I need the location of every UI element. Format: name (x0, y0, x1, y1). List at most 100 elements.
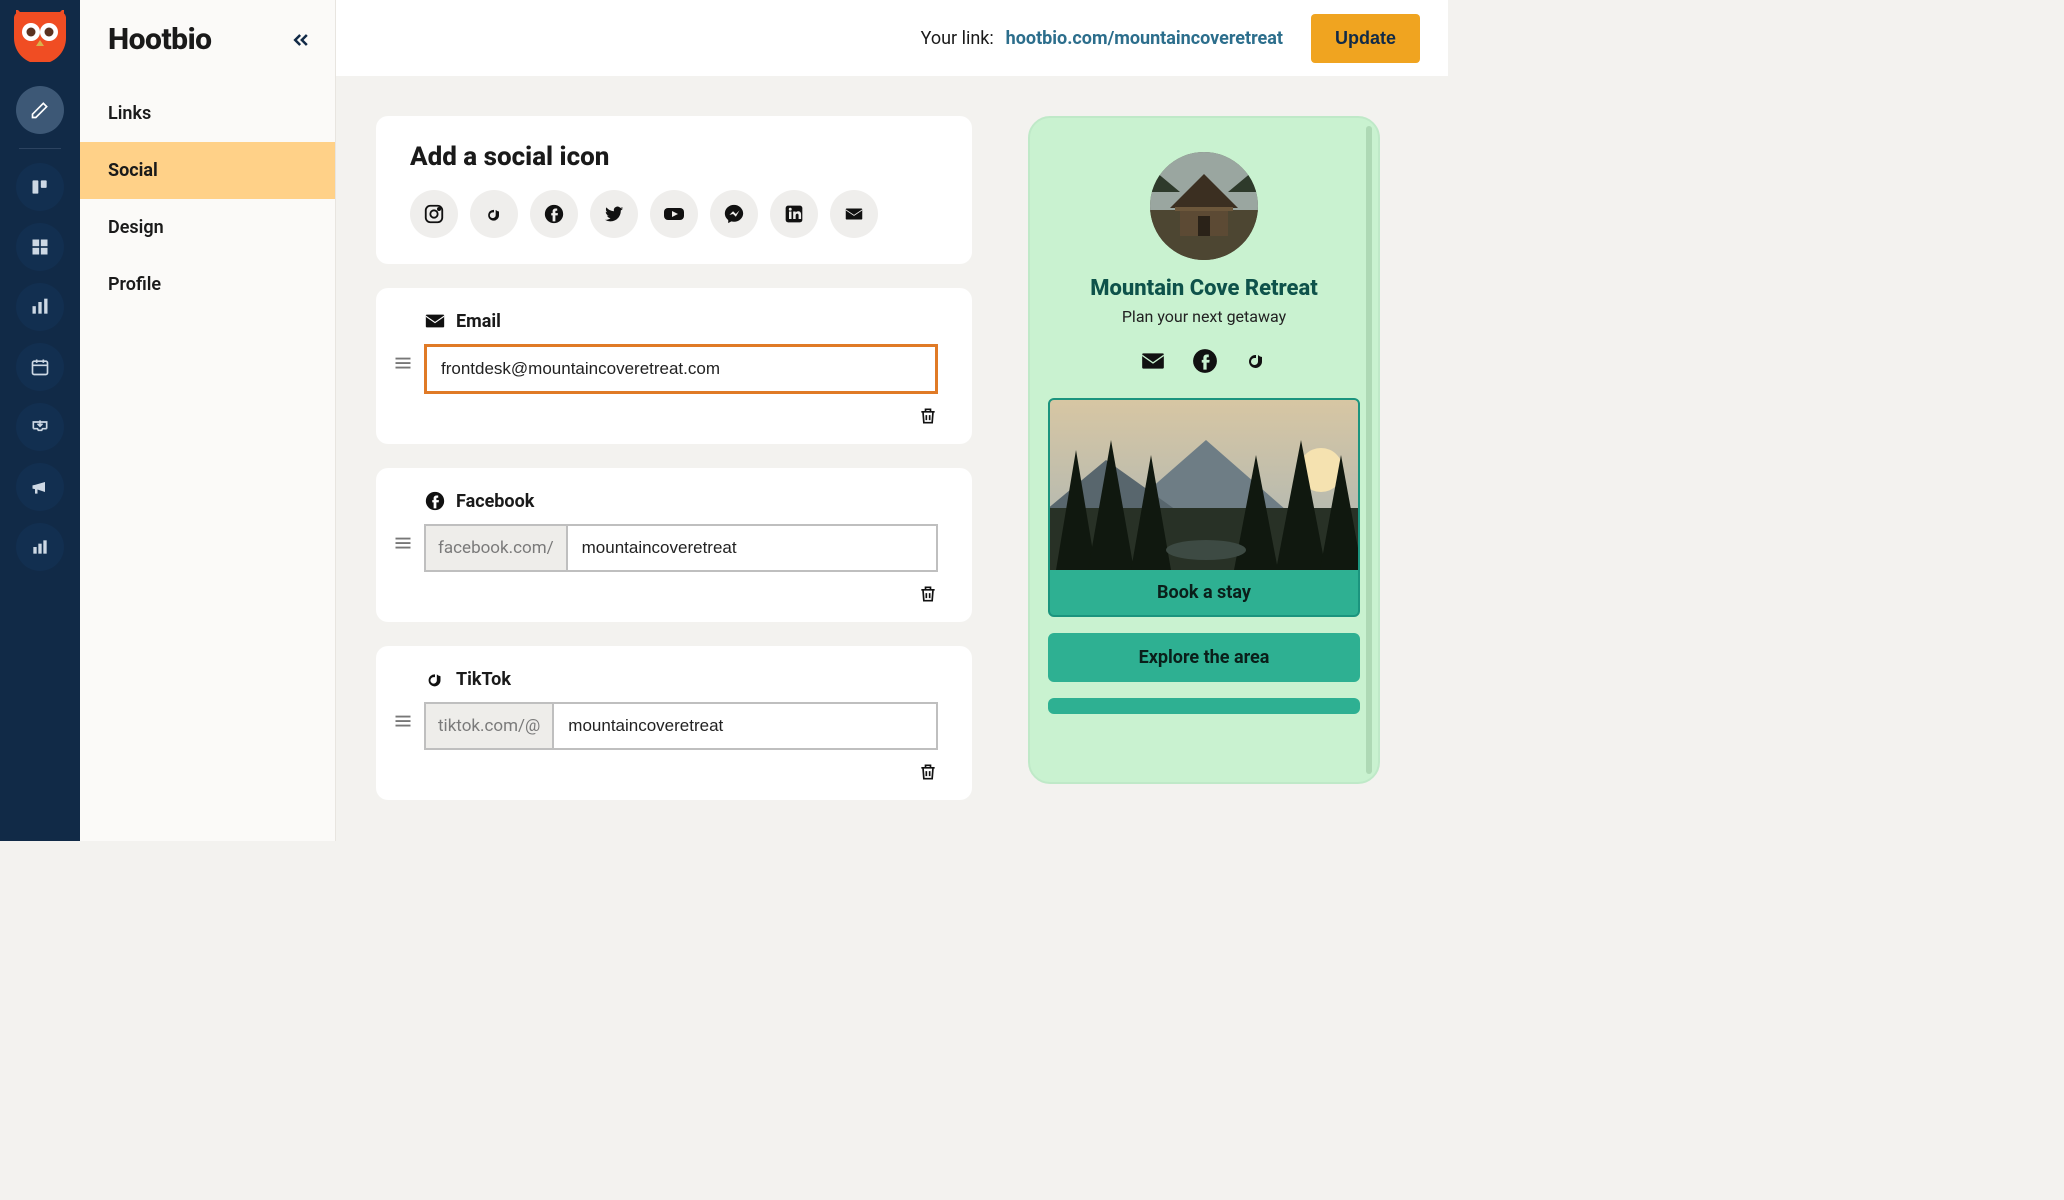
your-link-label: Your link: hootbio.com/mountaincoveretre… (921, 28, 1283, 49)
messenger-icon (723, 203, 745, 225)
email-input[interactable] (424, 344, 938, 394)
megaphone-icon (30, 477, 50, 497)
collapse-button[interactable] (291, 30, 311, 50)
rail-item-dashboard[interactable] (16, 223, 64, 271)
profile-image (1150, 152, 1258, 260)
email-icon (843, 203, 865, 225)
main-area: Your link: hootbio.com/mountaincoveretre… (336, 0, 1448, 841)
rail-item-amplify[interactable] (16, 463, 64, 511)
preview-column: Mountain Cove Retreat Plan your next get… (1028, 116, 1380, 800)
drag-handle[interactable] (394, 714, 412, 728)
entry-facebook: Facebook facebook.com/ (376, 468, 972, 622)
preview-link-card-2[interactable]: Explore the area (1048, 633, 1360, 682)
sidebar-header: Hootbio (80, 0, 335, 85)
mountain-image (1050, 400, 1358, 570)
entry-label: Email (456, 311, 501, 332)
preview-name: Mountain Cove Retreat (1090, 276, 1317, 301)
rail-divider (19, 148, 61, 149)
nav-item-social[interactable]: Social (80, 142, 335, 199)
tiktok-input[interactable] (552, 702, 938, 750)
instagram-icon (423, 203, 445, 225)
chevrons-left-icon (291, 30, 311, 50)
email-icon[interactable] (1140, 348, 1166, 374)
nav-item-profile[interactable]: Profile (80, 256, 335, 313)
preview-card-label-1: Book a stay (1050, 570, 1358, 615)
drag-icon (394, 536, 412, 550)
twitter-icon (603, 203, 625, 225)
pick-tiktok[interactable] (470, 190, 518, 238)
preview-scrollbar[interactable] (1366, 126, 1372, 774)
app-title: Hootbio (108, 22, 212, 57)
inbox-icon (30, 417, 50, 437)
facebook-input[interactable] (566, 524, 938, 572)
drag-handle[interactable] (394, 536, 412, 550)
your-link-url[interactable]: hootbio.com/mountaincoveretreat (1006, 28, 1283, 49)
nav-list: Links Social Design Profile (80, 85, 335, 313)
social-icon-picker (410, 190, 938, 238)
pick-youtube[interactable] (650, 190, 698, 238)
entry-header-tiktok: TikTok (424, 668, 938, 690)
add-social-card: Add a social icon (376, 116, 972, 264)
drag-icon (394, 714, 412, 728)
preview-cover-image (1050, 400, 1358, 570)
delete-tiktok-button[interactable] (918, 762, 938, 782)
email-icon (424, 310, 446, 332)
entry-label: Facebook (456, 491, 534, 512)
owl-logo-icon (14, 10, 66, 62)
linkedin-icon (784, 204, 804, 224)
pick-messenger[interactable] (710, 190, 758, 238)
facebook-icon[interactable] (1192, 348, 1218, 374)
tiktok-icon (484, 204, 504, 224)
rail-sidebar (0, 0, 80, 841)
tiktok-prefix: tiktok.com/@ (424, 702, 552, 750)
preview-social-row (1140, 348, 1268, 374)
drag-icon (394, 356, 412, 370)
nav-item-links[interactable]: Links (80, 85, 335, 142)
tiktok-icon[interactable] (1244, 348, 1268, 372)
phone-preview: Mountain Cove Retreat Plan your next get… (1028, 116, 1380, 784)
tiktok-icon (424, 668, 446, 690)
youtube-icon (662, 202, 686, 226)
editor-column: Add a social icon (376, 116, 972, 800)
rail-item-calendar[interactable] (16, 343, 64, 391)
entry-header-email: Email (424, 310, 938, 332)
trash-icon (918, 406, 938, 426)
rail-item-streams[interactable] (16, 163, 64, 211)
pick-twitter[interactable] (590, 190, 638, 238)
entry-email: Email (376, 288, 972, 444)
delete-facebook-button[interactable] (918, 584, 938, 604)
pick-instagram[interactable] (410, 190, 458, 238)
facebook-prefix: facebook.com/ (424, 524, 566, 572)
preview-link-card-1[interactable]: Book a stay (1048, 398, 1360, 617)
rail-item-reports[interactable] (16, 523, 64, 571)
nav-item-design[interactable]: Design (80, 199, 335, 256)
update-button[interactable]: Update (1311, 14, 1420, 63)
drag-handle[interactable] (394, 356, 412, 370)
pick-facebook[interactable] (530, 190, 578, 238)
entry-label: TikTok (456, 669, 511, 690)
grid-icon (30, 237, 50, 257)
cabin-image (1150, 152, 1258, 260)
compose-icon (30, 100, 50, 120)
preview-tagline: Plan your next getaway (1122, 307, 1286, 326)
entry-header-facebook: Facebook (424, 490, 938, 512)
bars-icon (30, 297, 50, 317)
brand-logo (14, 10, 66, 62)
pick-email[interactable] (830, 190, 878, 238)
chart-icon (30, 537, 50, 557)
rail-item-analytics[interactable] (16, 283, 64, 331)
rail-item-inbox[interactable] (16, 403, 64, 451)
trash-icon (918, 762, 938, 782)
calendar-icon (30, 357, 50, 377)
facebook-icon (424, 490, 446, 512)
sidebar: Hootbio Links Social Design Profile (80, 0, 336, 841)
pick-linkedin[interactable] (770, 190, 818, 238)
delete-email-button[interactable] (918, 406, 938, 426)
rail-item-compose[interactable] (16, 86, 64, 134)
topbar: Your link: hootbio.com/mountaincoveretre… (336, 0, 1448, 76)
streams-icon (30, 177, 50, 197)
preview-link-card-3[interactable] (1048, 698, 1360, 714)
add-social-title: Add a social icon (410, 142, 938, 172)
trash-icon (918, 584, 938, 604)
facebook-icon (543, 203, 565, 225)
